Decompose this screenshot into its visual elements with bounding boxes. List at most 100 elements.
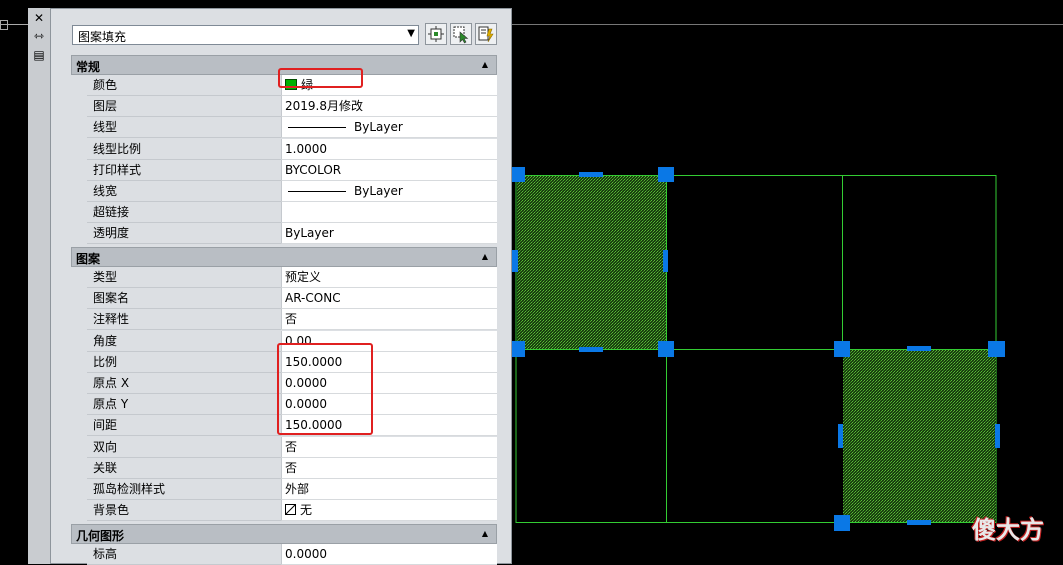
property-value[interactable]: 1.0000	[281, 139, 497, 160]
pickadd-icon	[428, 26, 444, 42]
hatch-region-top-left[interactable]	[517, 176, 666, 349]
autohide-icon[interactable]: ⇿	[31, 29, 47, 43]
grip	[579, 347, 603, 352]
property-value[interactable]: 否	[281, 458, 497, 479]
highlight-color	[278, 68, 363, 88]
property-name: 标高	[87, 544, 281, 565]
property-row[interactable]: 透明度 ByLayer	[87, 223, 497, 244]
property-row[interactable]: 关联否	[87, 458, 497, 479]
property-value[interactable]: 否	[281, 437, 497, 458]
property-row[interactable]: 打印样式 BYCOLOR	[87, 160, 497, 181]
property-value-text: 否	[285, 312, 298, 326]
property-name: 图案名	[87, 288, 281, 309]
property-value-text: 外部	[285, 482, 310, 496]
property-name: 双向	[87, 437, 281, 458]
property-row[interactable]: 图层 2019.8月修改	[87, 96, 497, 117]
select-objects-button[interactable]	[450, 23, 472, 45]
property-value-text: 0.0000	[285, 547, 327, 561]
grip	[838, 424, 843, 448]
property-name: 线型	[87, 117, 281, 138]
quick-select-button[interactable]	[475, 23, 497, 45]
property-value[interactable]: AR-CONC	[281, 288, 497, 309]
property-value-text: ByLayer	[285, 226, 334, 240]
property-value-text: AR-CONC	[285, 291, 341, 305]
property-row[interactable]: 双向否	[87, 437, 497, 458]
property-name: 背景色	[87, 500, 281, 521]
property-value[interactable]: ByLayer	[281, 181, 497, 202]
property-name: 孤岛检测样式	[87, 479, 281, 500]
property-row[interactable]: 线型 ByLayer	[87, 117, 497, 138]
property-row[interactable]: 线型比例 1.0000	[87, 139, 497, 160]
section-header[interactable]: 几何图形 ▲	[71, 524, 497, 544]
property-row[interactable]: 图案名 AR-CONC	[87, 288, 497, 309]
property-value[interactable]: ByLayer	[281, 223, 497, 244]
section-header[interactable]: 图案 ▲	[71, 247, 497, 267]
property-value-text: ByLayer	[354, 120, 403, 134]
property-value[interactable]: 否	[281, 309, 497, 330]
grip	[907, 346, 931, 351]
collapse-icon[interactable]: ▲	[482, 60, 488, 69]
grip	[579, 172, 603, 177]
property-name: 线宽	[87, 181, 281, 202]
property-value[interactable]	[281, 202, 497, 223]
palette-dock-strip: ✕ ⇿ ▤	[28, 8, 51, 564]
property-name: 类型	[87, 267, 281, 288]
property-name: 超链接	[87, 202, 281, 223]
grip	[988, 341, 1005, 357]
no-fill-icon	[285, 504, 296, 515]
property-row[interactable]: 孤岛检测样式 外部	[87, 479, 497, 500]
drawing-canvas[interactable]	[512, 0, 1063, 564]
property-name: 线型比例	[87, 139, 281, 160]
collapse-icon[interactable]: ▲	[482, 252, 488, 261]
grip	[663, 250, 668, 272]
properties-menu-icon[interactable]: ▤	[31, 48, 47, 62]
property-name: 颜色	[87, 75, 281, 96]
property-name: 间距	[87, 415, 281, 436]
object-type-select[interactable]: 图案填充 ▼	[72, 25, 419, 45]
property-value[interactable]: 2019.8月修改	[281, 96, 497, 117]
property-name: 图层	[87, 96, 281, 117]
quick-select-icon	[478, 26, 494, 43]
property-value-text: 否	[285, 440, 298, 454]
property-row[interactable]: 类型 预定义	[87, 267, 497, 288]
hatch-region-bottom-right[interactable]	[843, 350, 996, 522]
close-icon[interactable]: ✕	[31, 11, 47, 25]
property-value-text: 1.0000	[285, 142, 327, 156]
property-value-text: 否	[285, 461, 298, 475]
grip	[512, 167, 525, 182]
property-value[interactable]: 无	[281, 500, 497, 521]
property-row[interactable]: 超链接	[87, 202, 497, 223]
collapse-icon[interactable]: ▲	[482, 529, 488, 538]
chevron-down-icon[interactable]: ▼	[407, 28, 415, 39]
property-value[interactable]: ByLayer	[281, 117, 497, 138]
property-row[interactable]: 注释性否	[87, 309, 497, 330]
property-value[interactable]: 外部	[281, 479, 497, 500]
property-value[interactable]: BYCOLOR	[281, 160, 497, 181]
property-row[interactable]: 标高 0.0000	[87, 544, 497, 565]
grip	[512, 341, 525, 357]
property-row[interactable]: 线宽 ByLayer	[87, 181, 497, 202]
grip	[907, 520, 931, 525]
palette-topbar: 图案填充 ▼	[72, 23, 500, 49]
property-row[interactable]: 背景色 无	[87, 500, 497, 521]
section-title: 图案	[76, 252, 101, 266]
grip	[834, 341, 850, 357]
property-value[interactable]: 预定义	[281, 267, 497, 288]
watermark: 傻大方	[972, 516, 1044, 544]
crosshair-box	[0, 20, 8, 30]
property-value-text: ByLayer	[354, 184, 403, 198]
property-value[interactable]: 0.0000	[281, 544, 497, 565]
property-name: 原点 Y	[87, 394, 281, 415]
toggle-pickadd-button[interactable]	[425, 23, 447, 45]
property-name: 透明度	[87, 223, 281, 244]
property-name: 打印样式	[87, 160, 281, 181]
property-name: 角度	[87, 331, 281, 352]
property-name: 原点 X	[87, 373, 281, 394]
property-value-text: 2019.8月修改	[285, 99, 363, 113]
highlight-scale-origin-spacing	[277, 343, 373, 435]
linetype-preview-icon	[288, 127, 346, 128]
grip	[834, 515, 850, 531]
select-cursor-icon	[453, 26, 469, 44]
linetype-preview-icon	[288, 191, 346, 192]
section-title: 常规	[76, 60, 101, 74]
